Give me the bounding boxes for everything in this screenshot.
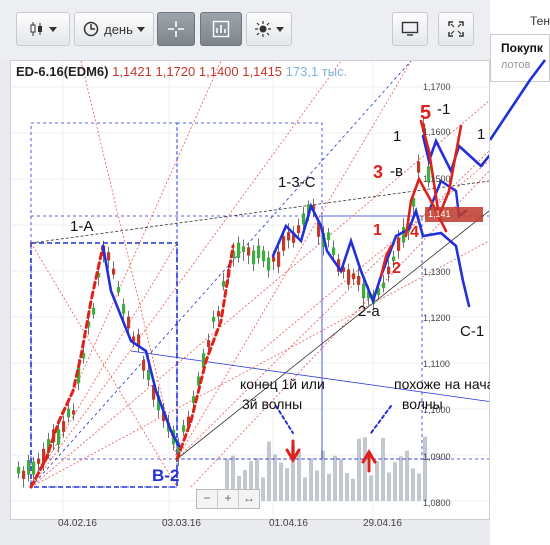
note-text: волны <box>402 396 443 412</box>
ticker-info: ED-6.16(EDM6) 1,1421 1,1720 1,1400 1,141… <box>16 64 347 79</box>
fullscreen-button[interactable] <box>438 12 474 46</box>
crosshair-button[interactable] <box>157 12 195 46</box>
price-label: 1,1300 <box>423 267 451 277</box>
monitor-icon <box>401 21 419 36</box>
screenshot-button[interactable] <box>392 12 428 46</box>
zoom-out-button[interactable]: − <box>197 490 218 508</box>
side-tab[interactable]: Тен <box>530 14 550 28</box>
wave-label: -в <box>390 163 403 180</box>
price-label: 1,1100 <box>423 359 450 369</box>
wave-label: C-1 <box>460 323 485 340</box>
wave-label: 1 <box>393 128 402 145</box>
date-label: 29.04.16 <box>363 518 402 529</box>
price-label: 1,0800 <box>423 498 451 508</box>
price-label: 1,1700 <box>423 82 451 92</box>
date-label: 03.03.16 <box>162 518 201 529</box>
price-label: 1,0900 <box>423 452 451 462</box>
price-label: 1,1600 <box>423 127 451 137</box>
price-label: 1,1500 <box>423 174 451 184</box>
clock-icon <box>83 21 99 37</box>
wave-markup <box>29 119 489 489</box>
wave-number: 4 <box>410 224 419 241</box>
expand-icon <box>448 21 464 37</box>
price-label: 1,1200 <box>423 313 451 323</box>
candlestick-icon <box>30 22 42 36</box>
wave-number: 3 <box>373 162 384 182</box>
wave-label: 1-A <box>70 218 94 235</box>
crosshair-icon <box>168 21 184 37</box>
period-select[interactable]: день <box>74 12 154 46</box>
indicator-icon <box>212 20 230 38</box>
ticker-low: 1,1400 <box>198 64 239 79</box>
indicators-button[interactable] <box>200 12 242 46</box>
wave-number: 1 <box>373 222 382 239</box>
ticker-high: 1,1720 <box>155 64 196 79</box>
wave-label: 1 <box>477 126 486 143</box>
current-price-marker: 1,141 <box>425 207 483 222</box>
chart-type-button[interactable] <box>16 12 70 46</box>
wave-label: 1-3-C <box>278 174 316 191</box>
zoom-in-button[interactable]: + <box>218 490 239 508</box>
sun-icon <box>255 21 271 37</box>
note-text: 3й волны <box>242 396 303 412</box>
price-chart[interactable] <box>10 60 490 520</box>
wave-number: 5 <box>420 102 432 124</box>
zoom-control[interactable]: − + ↔ <box>196 489 260 509</box>
side-panel: Тен Покупк лотов <box>490 0 550 545</box>
zoom-reset-button[interactable]: ↔ <box>239 490 259 508</box>
chart-toolbar: день <box>0 0 490 60</box>
ticker-symbol: ED-6.16(EDM6) <box>16 64 109 79</box>
ticker-close: 1,1415 <box>242 64 283 79</box>
ticker-open: 1,1421 <box>112 64 152 79</box>
chart-canvas[interactable] <box>11 61 489 519</box>
wave-number: 2 <box>392 260 401 277</box>
period-label: день <box>104 21 133 37</box>
date-label: 04.02.16 <box>58 518 97 529</box>
continuation-wave <box>490 59 547 141</box>
theme-button[interactable] <box>246 12 292 46</box>
wave-label: -1 <box>437 101 451 118</box>
drawn-boxes <box>30 122 489 488</box>
date-label: 01.04.16 <box>269 518 308 529</box>
wave-label: B-2 <box>152 466 180 485</box>
note-text: конец 1й или <box>240 376 325 392</box>
ticker-volume: 173,1 тыс. <box>285 64 348 79</box>
chart-grid <box>11 61 489 519</box>
wave-label: 2-a <box>358 303 380 320</box>
